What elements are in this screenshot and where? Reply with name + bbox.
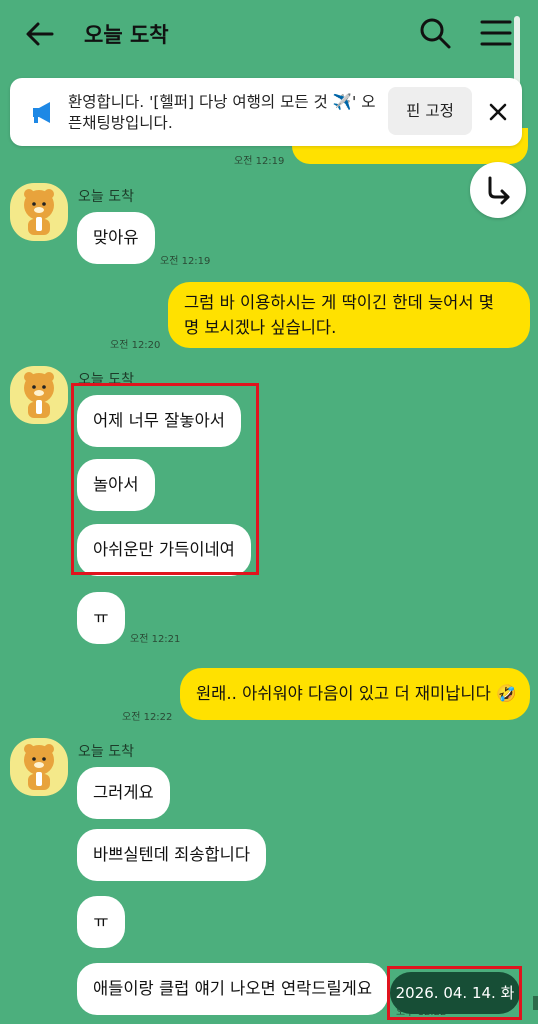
lion-character-icon xyxy=(24,189,54,235)
message-bubble[interactable]: ㅠ xyxy=(77,896,125,948)
message-bubble[interactable]: ㅠ xyxy=(77,592,125,644)
chat-title: 오늘 도착 xyxy=(84,23,169,47)
message-bubble[interactable]: 맞아유 xyxy=(77,212,155,264)
megaphone-icon xyxy=(33,102,50,123)
avatar[interactable] xyxy=(10,738,68,796)
edge-marker xyxy=(533,996,538,1010)
notice-banner[interactable]: 환영합니다. '[헬퍼] 다낭 여행의 모든 것 ✈️' 오픈채팅방입니다. 핀… xyxy=(10,78,522,146)
sender-name: 오늘 도착 xyxy=(78,744,134,760)
notice-text: 환영합니다. '[헬퍼] 다낭 여행의 모든 것 ✈️' 오픈채팅방입니다. xyxy=(68,93,376,132)
close-icon[interactable] xyxy=(482,96,514,128)
return-arrow-icon xyxy=(488,176,510,205)
highlight-box xyxy=(387,966,522,1020)
message-bubble[interactable]: 바쁘실텐데 죄송합니다 xyxy=(77,829,267,881)
back-arrow-icon[interactable] xyxy=(22,16,58,52)
message-time: 오전 12:22 xyxy=(122,712,173,723)
avatar[interactable] xyxy=(10,183,68,241)
search-icon[interactable] xyxy=(418,16,452,50)
message-time: 오전 12:20 xyxy=(110,340,161,351)
message-bubble[interactable]: 그러게요 xyxy=(77,767,170,819)
message-time: 오전 12:19 xyxy=(234,156,285,167)
top-bar: 오늘 도착 xyxy=(0,0,538,66)
lion-character-icon xyxy=(24,372,54,418)
hamburger-menu-icon[interactable] xyxy=(480,18,512,48)
message-bubble[interactable]: 애들이랑 클럽 얘기 나오면 연락드릴게요 xyxy=(77,963,389,1015)
message-time: 오전 12:21 xyxy=(130,634,181,645)
scroll-to-bottom-button[interactable] xyxy=(470,162,526,218)
scrollbar[interactable] xyxy=(514,16,520,88)
message-time: 오전 12:19 xyxy=(160,256,211,267)
highlight-box xyxy=(71,383,259,575)
pin-button[interactable]: 핀 고정 xyxy=(388,87,472,135)
my-message-bubble[interactable]: 원래.. 아쉬워야 다음이 있고 더 재미납니다 🤣 xyxy=(180,668,530,720)
sender-name: 오늘 도착 xyxy=(78,189,134,205)
my-message-bubble[interactable]: 그럼 바 이용하시는 게 딱이긴 한데 늦어서 몇 명 보시겠나 싶습니다. xyxy=(168,282,530,348)
avatar[interactable] xyxy=(10,366,68,424)
lion-character-icon xyxy=(24,744,54,790)
